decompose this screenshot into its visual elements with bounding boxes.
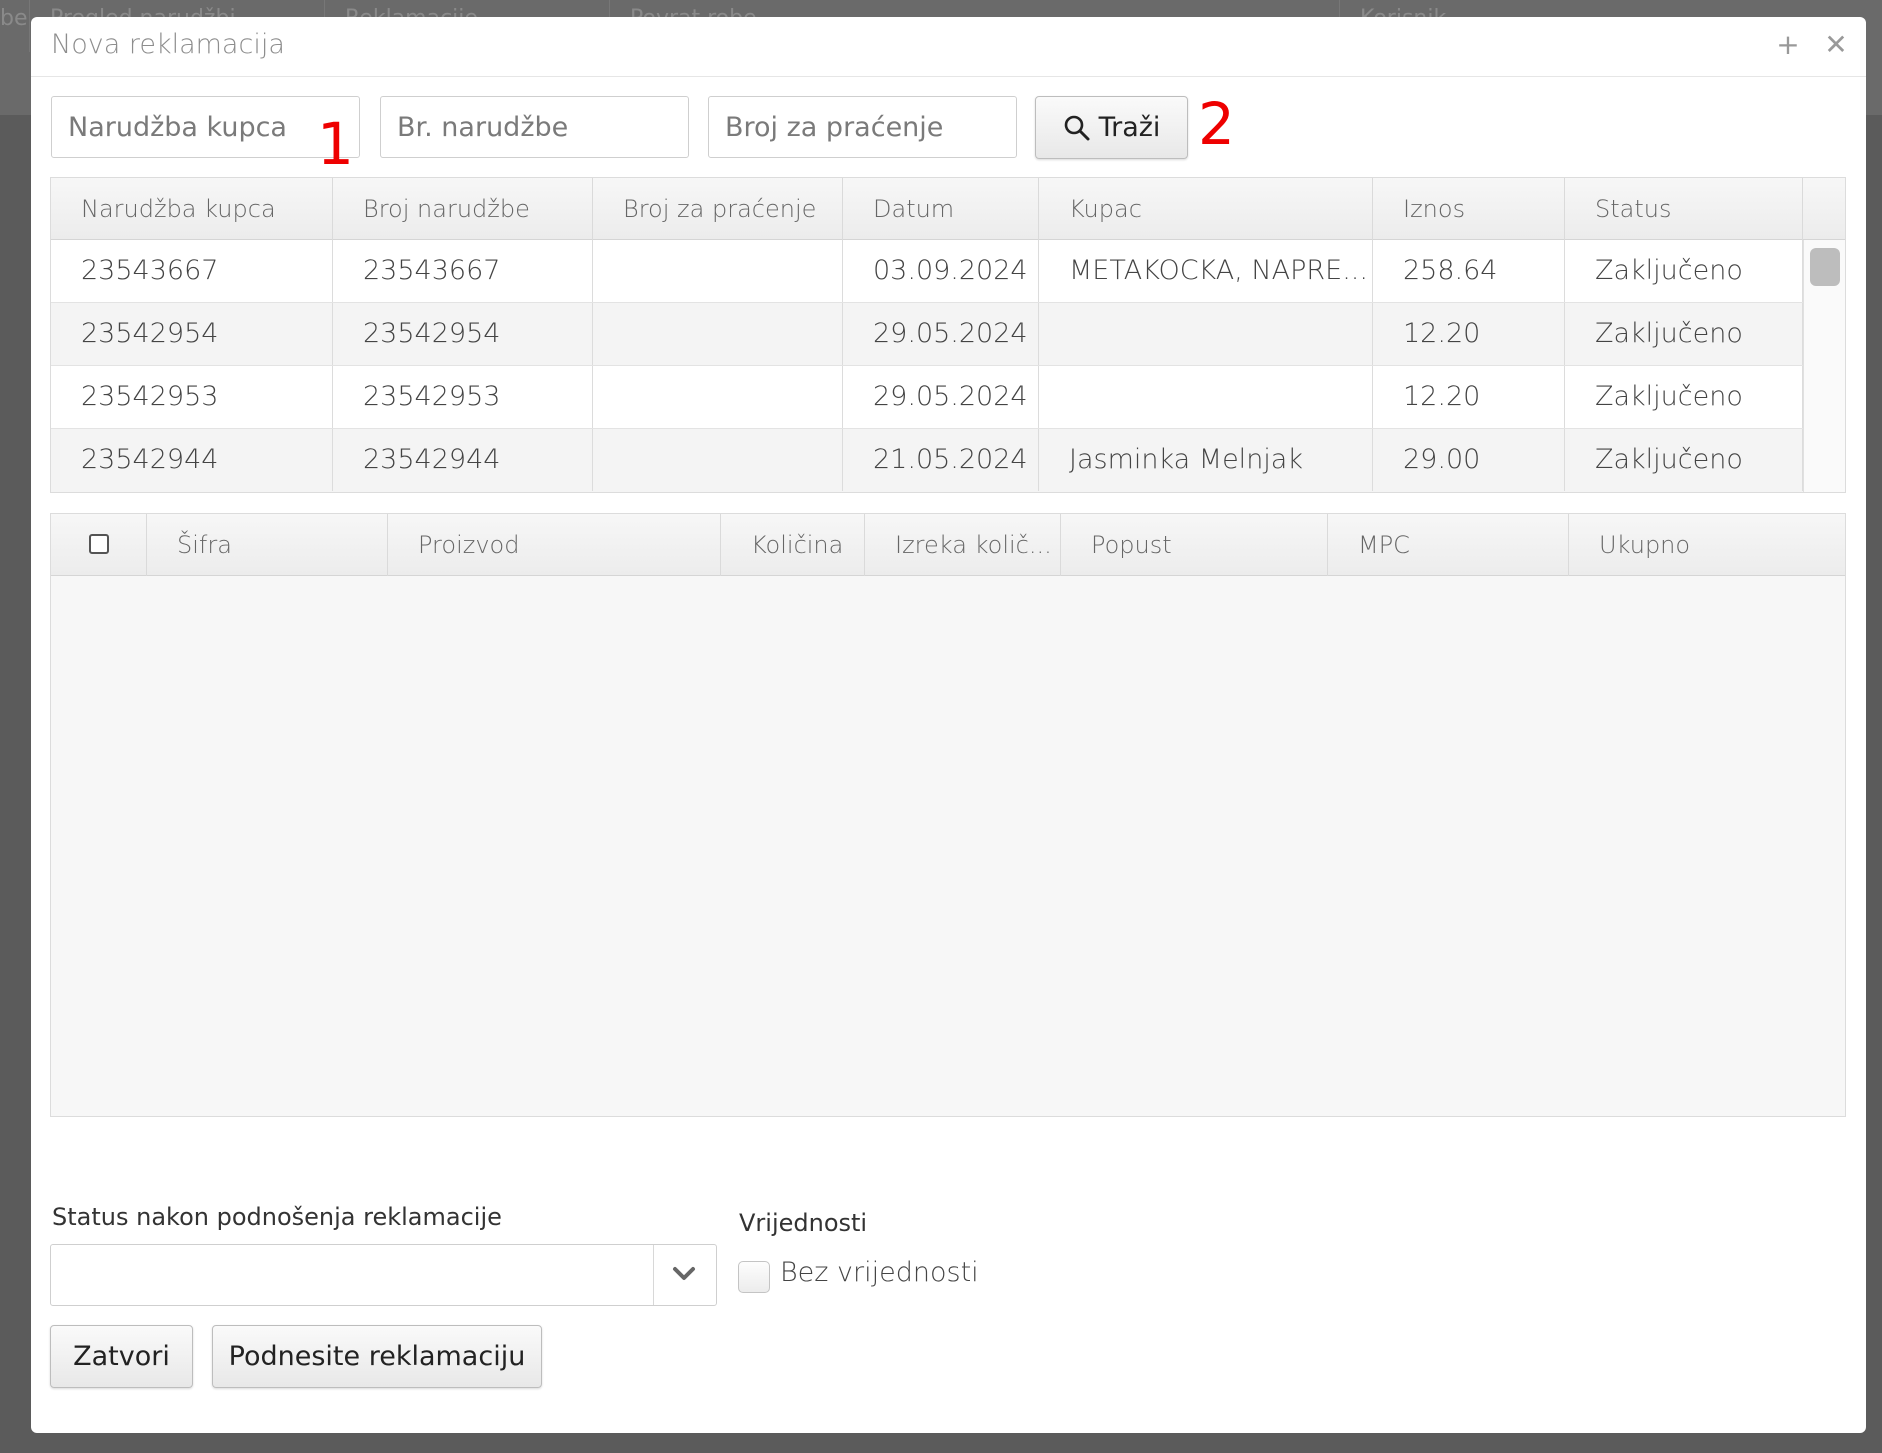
customer-order-input[interactable] (51, 96, 360, 158)
scrollbar-thumb[interactable] (1810, 248, 1840, 286)
items-grid-body (51, 576, 1845, 1116)
chevron-down-icon[interactable] (670, 1259, 698, 1287)
column-header[interactable]: MPC (1328, 514, 1569, 576)
values-label: Vrijednosti (739, 1209, 868, 1237)
table-row[interactable]: 23542954 23542954 29.05.2024 12.20 Zaklj… (51, 303, 1803, 366)
column-header[interactable]: Datum (843, 178, 1039, 240)
close-button[interactable]: Zatvori (50, 1325, 193, 1388)
cell-status: Zaključeno (1565, 240, 1803, 302)
annotation-marker-1: 1 (317, 110, 354, 178)
cell-order-number: 23542944 (333, 429, 593, 491)
cell-tracking (593, 240, 843, 302)
plus-icon: + (1776, 28, 1800, 61)
cell-amount: 12.20 (1373, 366, 1565, 428)
close-button-label: Zatvori (73, 1341, 170, 1372)
column-header[interactable]: Kupac (1039, 178, 1373, 240)
new-complaint-dialog: Nova reklamacija + ✕ Traži 1 2 3 Narudžb… (31, 17, 1866, 1433)
items-grid-header: Šifra Proizvod Količina Izreka količ... … (51, 514, 1845, 576)
cell-customer (1039, 366, 1373, 428)
cell-customer-order: 23543667 (51, 240, 333, 302)
cell-customer: Jasminka Melnjak (1039, 429, 1373, 491)
close-dialog-button[interactable]: ✕ (1818, 27, 1854, 63)
orders-grid-scrollbar[interactable] (1803, 240, 1845, 492)
select-all-header (51, 514, 147, 576)
cell-amount: 29.00 (1373, 429, 1565, 491)
cell-amount: 258.64 (1373, 240, 1565, 302)
status-after-submit-label: Status nakon podnošenja reklamacije (52, 1203, 502, 1231)
column-header[interactable]: Narudžba kupca (51, 178, 333, 240)
cell-status: Zaključeno (1565, 429, 1803, 491)
cell-customer-order: 23542944 (51, 429, 333, 491)
status-after-submit-select[interactable] (50, 1244, 717, 1306)
cell-tracking (593, 429, 843, 491)
cell-tracking (593, 303, 843, 365)
column-header[interactable]: Proizvod (388, 514, 721, 576)
dialog-title: Nova reklamacija (51, 29, 285, 60)
dialog-titlebar: Nova reklamacija + ✕ (31, 17, 1866, 77)
table-row[interactable]: 23542944 23542944 21.05.2024 Jasminka Me… (51, 429, 1803, 492)
maximize-button[interactable]: + (1770, 27, 1806, 63)
annotation-marker-2: 2 (1198, 90, 1235, 158)
cell-status: Zaključeno (1565, 303, 1803, 365)
column-header[interactable]: Broj za praćenje (593, 178, 843, 240)
items-grid: Šifra Proizvod Količina Izreka količ... … (50, 513, 1846, 1117)
cell-customer (1039, 303, 1373, 365)
close-icon: ✕ (1824, 28, 1848, 61)
search-icon (1064, 115, 1090, 140)
submit-button-label: Podnesite reklamaciju (228, 1341, 526, 1372)
no-values-checkbox[interactable] (738, 1261, 770, 1293)
cell-tracking (593, 366, 843, 428)
bg-tab: be (0, 0, 30, 52)
cell-date: 29.05.2024 (843, 303, 1039, 365)
select-all-checkbox[interactable] (89, 534, 109, 554)
cell-amount: 12.20 (1373, 303, 1565, 365)
cell-date: 21.05.2024 (843, 429, 1039, 491)
column-header[interactable]: Izreka količ... (865, 514, 1061, 576)
search-button[interactable]: Traži (1035, 96, 1188, 159)
table-row[interactable]: 23543667 23543667 03.09.2024 METAKOCKA, … (51, 240, 1803, 303)
column-header[interactable]: Broj narudžbe (333, 178, 593, 240)
cell-customer-order: 23542953 (51, 366, 333, 428)
column-header[interactable]: Status (1565, 178, 1803, 240)
cell-status: Zaključeno (1565, 366, 1803, 428)
select-divider (653, 1245, 654, 1305)
orders-grid-header: Narudžba kupca Broj narudžbe Broj za pra… (51, 178, 1845, 240)
cell-customer-order: 23542954 (51, 303, 333, 365)
column-header[interactable]: Količina (721, 514, 865, 576)
column-header[interactable]: Ukupno (1569, 514, 1845, 576)
tracking-number-input[interactable] (708, 96, 1017, 158)
cell-order-number: 23542954 (333, 303, 593, 365)
table-row[interactable]: 23542953 23542953 29.05.2024 12.20 Zaklj… (51, 366, 1803, 429)
column-header[interactable]: Popust (1061, 514, 1328, 576)
submit-complaint-button[interactable]: Podnesite reklamaciju (212, 1325, 542, 1388)
no-values-label[interactable]: Bez vrijednosti (780, 1257, 979, 1288)
cell-order-number: 23543667 (333, 240, 593, 302)
cell-order-number: 23542953 (333, 366, 593, 428)
column-header[interactable]: Šifra (147, 514, 388, 576)
cell-date: 29.05.2024 (843, 366, 1039, 428)
cell-date: 03.09.2024 (843, 240, 1039, 302)
search-button-label: Traži (1098, 112, 1161, 143)
order-number-input[interactable] (380, 96, 689, 158)
cell-customer: METAKOCKA, NAPRE... (1039, 240, 1373, 302)
column-header[interactable]: Iznos (1373, 178, 1565, 240)
orders-grid: Narudžba kupca Broj narudžbe Broj za pra… (50, 177, 1846, 493)
